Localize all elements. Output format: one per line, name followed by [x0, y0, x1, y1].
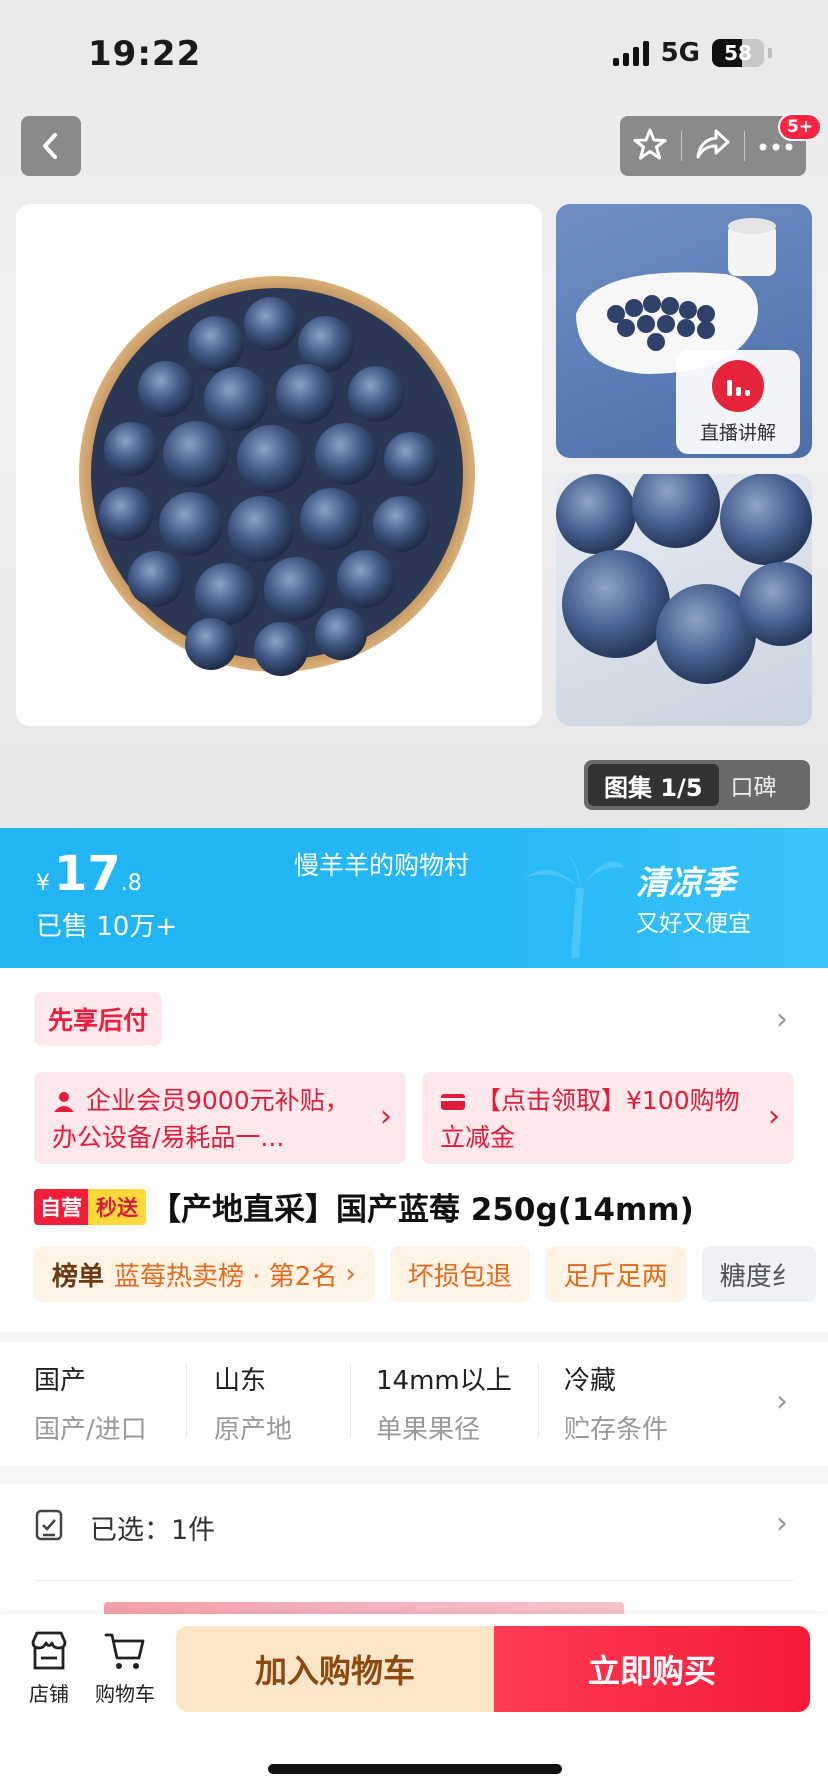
spec-fruit-size: 14mm以上 单果果径 [376, 1360, 512, 1464]
store-label: 店铺 [29, 1682, 69, 1706]
chip-damage-refund[interactable]: 坏损包退 [389, 1246, 530, 1302]
share-button[interactable] [694, 127, 732, 165]
chevron-right-icon[interactable]: › [776, 1002, 788, 1037]
promo-coupon-text: 【点击领取】¥100购物立减金 [440, 1086, 740, 1152]
fast-delivery-tag: 秒送 [88, 1188, 146, 1225]
spec-value: 冷藏 [564, 1366, 617, 1396]
chevron-right-icon: › [380, 1099, 392, 1134]
blueberry-closeup-image [556, 474, 812, 684]
more-badge: 5+ [778, 113, 823, 141]
chevron-right-icon: › [768, 1099, 780, 1134]
price-integer: 17 [54, 846, 121, 902]
cart-button[interactable]: 购物车 [90, 1630, 160, 1707]
ranking-label: 榜单 [52, 1261, 105, 1292]
store-button[interactable]: 店铺 [14, 1630, 84, 1707]
shop-name[interactable]: 慢羊羊的购物村 [294, 846, 469, 882]
live-explain-button[interactable]: 直播讲解 [676, 350, 800, 454]
feature-chips: 榜单 蓝莓热卖榜 · 第2名 › 坏损包退 足斤足两 糖度纟 [34, 1246, 816, 1302]
live-label: 直播讲解 [699, 421, 776, 444]
selected-text: 已选：1件 [90, 1515, 216, 1546]
main-product-image[interactable] [16, 204, 542, 726]
buy-now-button[interactable]: 立即购买 [494, 1626, 810, 1712]
chevron-right-icon: › [345, 1259, 356, 1289]
spec-row[interactable]: 国产 国产/进口 山东 原产地 14mm以上 单果果径 冷藏 贮存条件 › [0, 1342, 828, 1446]
product-gallery: 19:22 5G 58 5+ 直播讲解 图集 1/5 口碑 [0, 0, 828, 828]
chevron-right-icon: › [776, 1384, 788, 1419]
spec-key: 贮存条件 [564, 1415, 669, 1445]
star-icon [633, 128, 667, 160]
battery-icon: 58 [712, 39, 764, 67]
sold-count: 已售 10万+ [36, 912, 178, 942]
add-to-cart-button[interactable]: 加入购物车 [176, 1626, 494, 1712]
checklist-icon [35, 1509, 63, 1541]
live-icon [712, 359, 764, 412]
chevron-right-icon: › [776, 1506, 788, 1541]
promo-enterprise[interactable]: 企业会员9000元补贴，办公设备/易耗品一... › [34, 1072, 406, 1164]
price-currency: ¥ [36, 871, 50, 896]
user-icon [54, 1092, 74, 1112]
promo-coupon[interactable]: 【点击领取】¥100购物立减金 › [422, 1072, 794, 1164]
status-indicators: 5G 58 [612, 38, 772, 68]
cart-label: 购物车 [95, 1682, 155, 1706]
spec-value: 国产 [34, 1366, 87, 1396]
selected-spec-row[interactable]: 已选：1件 › [0, 1484, 828, 1574]
status-time: 19:22 [88, 34, 202, 74]
card-icon [441, 1094, 465, 1110]
season-subtitle: 又好又便宜 [636, 911, 751, 937]
back-button[interactable] [21, 116, 81, 176]
favorite-button[interactable] [632, 126, 668, 166]
season-title: 清凉季 [636, 863, 735, 902]
ranking-text: 蓝莓热卖榜 · 第2名 [114, 1261, 338, 1292]
section-divider [0, 1466, 828, 1484]
gallery-tab-reviews[interactable]: 口碑 [725, 768, 777, 802]
product-title-row: 自营 秒送 【产地直采】国产蓝莓 250g(14mm) [34, 1184, 694, 1229]
spec-key: 国产/进口 [34, 1415, 147, 1445]
blueberry-bowl-image [79, 276, 475, 676]
gallery-tab-photos[interactable]: 图集 1/5 [588, 764, 719, 806]
share-icon [696, 129, 730, 159]
price-banner: ¥ 17 .8 已售 10万+ 慢羊羊的购物村 清凉季 又好又便宜 [0, 828, 828, 968]
signal-icon [612, 40, 649, 66]
chip-sweetness[interactable]: 糖度纟 [701, 1246, 816, 1302]
more-dots-icon [759, 143, 793, 150]
spec-key: 单果果径 [376, 1415, 481, 1445]
store-icon [31, 1631, 67, 1670]
ranking-chip[interactable]: 榜单 蓝莓热卖榜 · 第2名 › [34, 1246, 374, 1302]
pay-later-badge[interactable]: 先享后付 [34, 992, 163, 1046]
spec-value: 14mm以上 [376, 1366, 512, 1396]
spec-key: 原产地 [214, 1415, 293, 1445]
promo-enterprise-text: 企业会员9000元补贴，办公设备/易耗品一... [52, 1086, 350, 1152]
chip-full-weight[interactable]: 足斤足两 [545, 1246, 686, 1302]
gallery-switcher: 图集 1/5 口碑 [584, 760, 810, 810]
spec-value: 山东 [214, 1366, 267, 1396]
back-arrow-icon [43, 133, 57, 159]
spec-storage: 冷藏 贮存条件 [564, 1360, 668, 1464]
gallery-thumbnail-2[interactable] [556, 474, 812, 726]
product-title: 【产地直采】国产蓝莓 250g(14mm) [150, 1192, 694, 1228]
home-indicator [268, 1764, 562, 1774]
battery-level: 58 [724, 41, 752, 65]
gallery-thumbnail-1[interactable]: 直播讲解 [556, 204, 812, 458]
cart-icon [104, 1633, 145, 1669]
network-type: 5G [660, 38, 700, 68]
spec-origin-type: 国产 国产/进口 [34, 1360, 147, 1464]
section-divider [0, 1332, 828, 1342]
price-decimal: .8 [120, 871, 142, 896]
spec-origin-place: 山东 原产地 [214, 1360, 292, 1464]
self-operated-tag: 自营 [34, 1188, 88, 1225]
palm-tree-icon [525, 843, 625, 958]
price: ¥ 17 .8 [36, 846, 142, 902]
